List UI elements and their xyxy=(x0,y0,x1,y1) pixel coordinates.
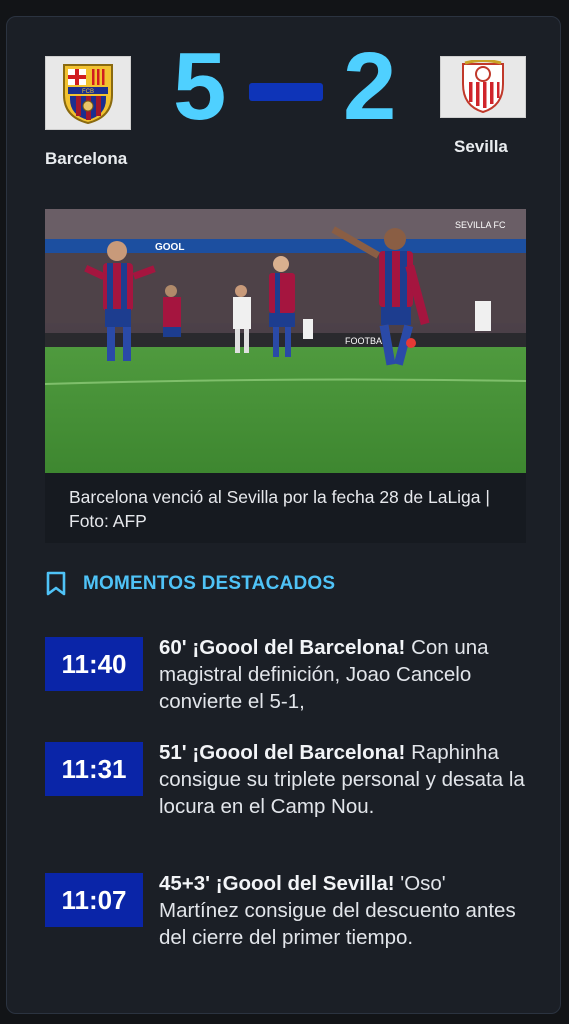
highlight-headline: 51' ¡Goool del Barcelona! xyxy=(159,741,406,764)
sponsor-text: FOOTBAL xyxy=(345,336,387,346)
barcelona-crest-icon: FCB xyxy=(63,64,113,125)
match-photo: GOOL SEVILLA FC FOOTBAL xyxy=(45,209,526,473)
highlights-title: MOMENTOS DESTACADOS xyxy=(83,573,336,594)
barcelona-crest[interactable]: FCB xyxy=(45,56,131,130)
home-score: 5 xyxy=(173,33,227,140)
highlight-item[interactable]: 11:40 60' ¡Goool del Barcelona! Con una … xyxy=(45,634,526,715)
away-team-name[interactable]: Sevilla xyxy=(454,137,508,157)
goal-celebration-image: GOOL SEVILLA FC FOOTBAL xyxy=(45,209,526,473)
match-card: FCB Barcelona 5 2 Sevilla GOOL SEVILLA F… xyxy=(6,16,561,1014)
sevilla-crest[interactable] xyxy=(440,56,526,118)
highlight-headline: 45+3' ¡Goool del Sevilla! xyxy=(159,872,395,895)
highlight-text: 51' ¡Goool del Barcelona! Raphinha consi… xyxy=(159,739,525,820)
time-badge: 11:40 xyxy=(45,637,143,691)
highlight-headline: 60' ¡Goool del Barcelona! xyxy=(159,636,406,659)
photo-caption: Barcelona venció al Sevilla por la fecha… xyxy=(45,473,526,543)
time-badge: 11:07 xyxy=(45,873,143,927)
away-score: 2 xyxy=(343,33,397,140)
highlight-text: 45+3' ¡Goool del Sevilla! 'Oso' Martínez… xyxy=(159,870,525,951)
score-separator xyxy=(249,83,323,101)
bookmark-icon xyxy=(46,571,66,596)
crest-letters: FCB xyxy=(82,89,94,95)
banner-text: GOOL xyxy=(155,242,184,253)
highlight-item[interactable]: 11:31 51' ¡Goool del Barcelona! Raphinha… xyxy=(45,739,526,820)
highlight-item[interactable]: 11:07 45+3' ¡Goool del Sevilla! 'Oso' Ma… xyxy=(45,870,526,951)
time-badge: 11:31 xyxy=(45,742,143,796)
banner-text-2: SEVILLA FC xyxy=(455,220,506,230)
highlights-header: MOMENTOS DESTACADOS xyxy=(45,571,335,597)
sevilla-crest-icon xyxy=(462,60,504,114)
home-team-name[interactable]: Barcelona xyxy=(45,149,127,169)
highlight-text: 60' ¡Goool del Barcelona! Con una magist… xyxy=(159,634,525,715)
